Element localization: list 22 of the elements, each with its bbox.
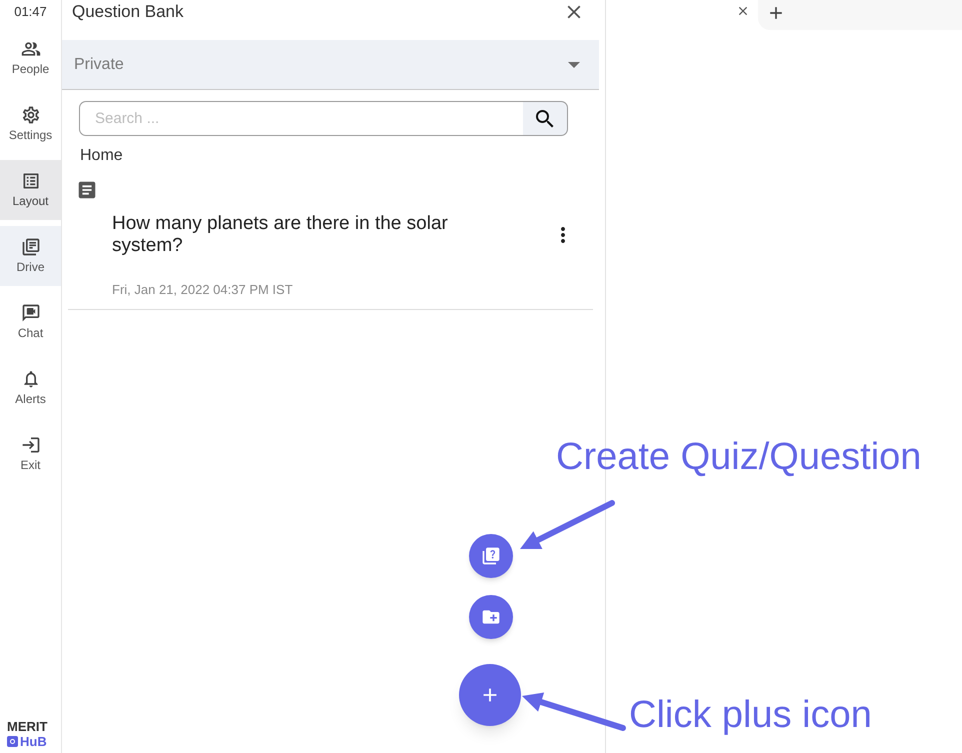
exit-icon [20,435,40,455]
breadcrumb-link[interactable]: Home [80,147,123,164]
question-title[interactable]: How many planets are there in the solar system? [112,213,512,257]
video-chat-icon [20,303,40,323]
tab-close-icon[interactable] [736,4,750,18]
question-date: Fri, Jan 21, 2022 04:37 PM IST [112,282,293,297]
annotation-label: Click plus icon [629,693,872,738]
panel-title: Question Bank [72,1,184,23]
annotation-label: Create Quiz/Question [556,435,922,480]
document-icon [76,179,98,201]
stacked-pages-icon [20,237,40,257]
sidebar-nav-item[interactable]: Layout [0,160,61,220]
logo-wordmark: HuB [20,734,47,749]
list-icon [20,171,40,191]
logo-icon [7,736,18,747]
clock-time: 01:47 [14,3,47,21]
sidebar-nav-item[interactable]: Drive [0,226,61,286]
visibility-dropdown[interactable]: Private [62,40,599,90]
settings-icon [20,105,40,125]
caret-icon [568,62,580,68]
quiz-icon [481,546,501,566]
logo-wordmark: MERIT [7,719,48,734]
